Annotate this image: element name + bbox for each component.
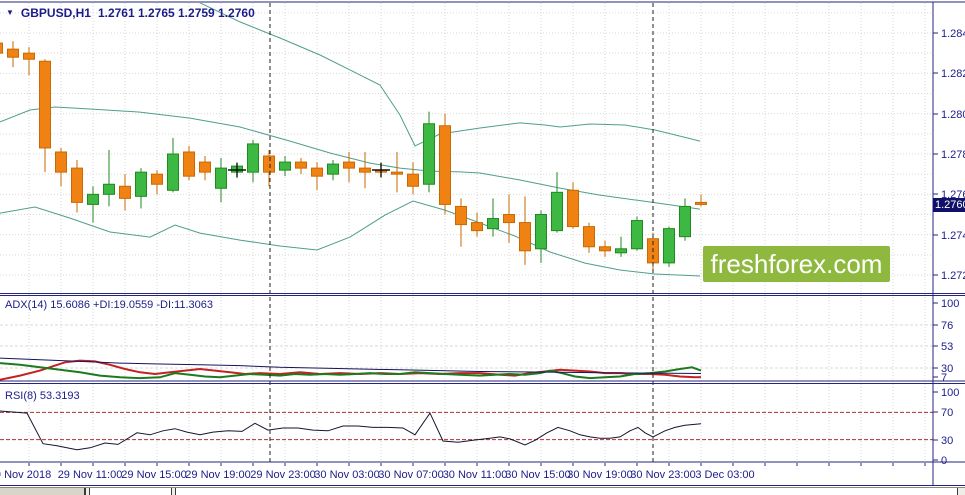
candle-body xyxy=(391,171,403,175)
candle-body xyxy=(215,167,227,189)
time-axis-label: 30 Nov 23:00 xyxy=(630,469,695,481)
bottom-tab-3[interactable] xyxy=(175,488,958,495)
ohlc-values: 1.2761 1.2765 1.2759 1.2760 xyxy=(97,6,255,20)
adx-indicator-label: ADX(14) 15.6086 +DI:19.0559 -DI:11.3063 xyxy=(5,299,214,311)
time-axis-label: 30 Nov 03:00 xyxy=(314,469,379,481)
time-axis-label: 30 Nov 19:00 xyxy=(567,469,632,481)
candle-body xyxy=(695,201,707,205)
chart-header: ▼ GBPUSD,H1 1.2761 1.2765 1.2759 1.2760 xyxy=(6,6,255,20)
candle-body xyxy=(71,167,83,203)
bottom-tab-2[interactable] xyxy=(89,488,172,495)
adx-scale-label: 7 xyxy=(941,372,947,384)
plus-di-line xyxy=(0,362,702,380)
current-price-box: 1.2760 xyxy=(933,198,965,212)
bottom-tab-bar xyxy=(0,487,965,495)
candle-body xyxy=(167,153,179,191)
candle-body xyxy=(583,226,595,248)
candle-body xyxy=(263,155,275,173)
candle-body xyxy=(455,205,467,226)
time-axis-label: 29 Nov 19:00 xyxy=(185,469,250,481)
candle-body xyxy=(39,60,51,149)
candle-body xyxy=(295,161,307,169)
time-axis-label: 29 Nov 11:00 xyxy=(58,469,123,481)
price-scale-label: 1.2845 xyxy=(941,28,965,40)
candle-body xyxy=(0,42,3,54)
candle-body xyxy=(663,228,675,264)
time-axis-label: 30 Nov 11:00 xyxy=(443,469,508,481)
price-scale-label: 1.2785 xyxy=(941,149,965,161)
candle-body xyxy=(567,189,579,228)
candle-body xyxy=(311,167,323,177)
rsi-indicator-label: RSI(8) 53.3193 xyxy=(5,390,80,402)
candle-body xyxy=(503,214,515,224)
rsi-scale-label: 100 xyxy=(941,387,959,399)
mt4-chart-window: 1.28451.28251.28051.27851.27651.27451.27… xyxy=(0,0,965,495)
candle-body xyxy=(183,151,195,177)
candle-body xyxy=(359,167,371,173)
candle-body xyxy=(631,220,643,250)
candle-body xyxy=(679,205,691,238)
candle-body xyxy=(7,48,19,58)
symbol-dropdown-arrow-icon[interactable]: ▼ xyxy=(6,9,14,17)
candle-body xyxy=(151,173,163,185)
adx-scale-label: 76 xyxy=(941,320,953,332)
time-axis-label: 29 Nov 23:00 xyxy=(250,469,315,481)
candle-body xyxy=(439,125,451,205)
candle-body xyxy=(327,163,339,175)
time-axis-label: 29 Nov 2018 xyxy=(0,469,51,481)
price-scale-label: 1.2805 xyxy=(941,109,965,121)
price-scale-label: 1.2725 xyxy=(941,270,965,282)
symbol-title: GBPUSD,H1 xyxy=(20,6,91,20)
price-scale-label: 1.2825 xyxy=(941,68,965,80)
candle-body xyxy=(135,171,147,197)
rsi-scale-label: 0 xyxy=(941,455,947,467)
candle-body xyxy=(423,123,435,185)
candle-body xyxy=(519,222,531,252)
rsi-line xyxy=(0,410,702,451)
candle-body xyxy=(279,161,291,171)
candle-body xyxy=(247,143,259,173)
candle-body xyxy=(199,161,211,173)
candle-body xyxy=(535,214,547,250)
candle-body xyxy=(23,52,35,60)
price-scale-label: 1.2745 xyxy=(941,230,965,242)
candle-body xyxy=(343,161,355,169)
candle-body xyxy=(103,183,115,195)
candle-body xyxy=(119,185,131,199)
candle-body xyxy=(55,151,67,173)
rsi-scale-label: 30 xyxy=(941,435,953,447)
time-axis-label: 30 Nov 15:00 xyxy=(505,469,570,481)
bottom-tab-1[interactable] xyxy=(0,488,86,495)
candle-body xyxy=(471,222,483,232)
adx-scale-label: 100 xyxy=(941,298,959,310)
candle-body xyxy=(407,173,419,187)
adx-scale-label: 53 xyxy=(941,341,953,353)
broker-watermark: freshforex.com xyxy=(703,246,890,282)
time-axis-label: 3 Dec 03:00 xyxy=(695,469,754,481)
rsi-scale-label: 70 xyxy=(941,407,953,419)
candle-body xyxy=(615,248,627,254)
candle-body xyxy=(599,246,611,252)
candle-body xyxy=(87,193,99,205)
time-axis-label: 30 Nov 07:00 xyxy=(378,469,443,481)
candle-body xyxy=(487,218,499,230)
candle-body xyxy=(551,191,563,232)
time-axis-label: 29 Nov 15:00 xyxy=(121,469,186,481)
